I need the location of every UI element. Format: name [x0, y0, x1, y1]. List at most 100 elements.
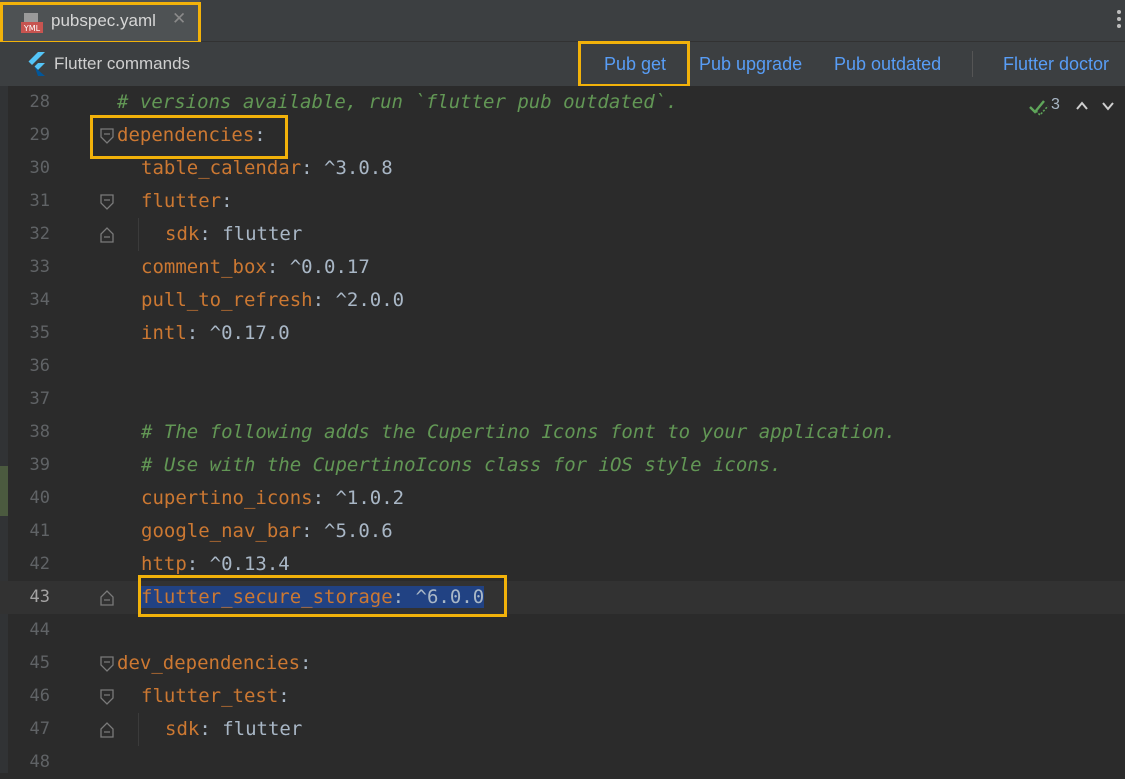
- code-token: dev_dependencies: [117, 652, 301, 674]
- code-line[interactable]: 35 intl: ^0.17.0: [0, 317, 1125, 350]
- svg-text:YML: YML: [23, 24, 41, 33]
- code-line[interactable]: 47 sdk: flutter: [0, 713, 1125, 746]
- code-token: dependencies: [117, 124, 255, 146]
- code-line[interactable]: 32 sdk: flutter: [0, 218, 1125, 251]
- fold-start-icon[interactable]: [100, 689, 114, 705]
- code-text: pull_to_refresh: ^2.0.0: [141, 289, 404, 311]
- fold-end-icon[interactable]: [100, 722, 114, 738]
- line-number: 31: [29, 191, 50, 211]
- code-line[interactable]: 39 # Use with the CupertinoIcons class fo…: [0, 449, 1125, 482]
- fold-start-icon[interactable]: [100, 194, 114, 210]
- code-line[interactable]: 45 dev_dependencies:: [0, 647, 1125, 680]
- tab-pubspec-yaml[interactable]: YML pubspec.yaml ✕: [0, 0, 200, 41]
- code-token: comment_box: [141, 256, 267, 278]
- code-line[interactable]: 42 http: ^0.13.4: [0, 548, 1125, 581]
- editor-tab-bar: YML pubspec.yaml ✕: [0, 0, 1125, 42]
- code-line[interactable]: 48: [0, 746, 1125, 779]
- pub-get-button[interactable]: Pub get: [604, 54, 666, 75]
- code-text: google_nav_bar: ^5.0.6: [141, 520, 393, 542]
- close-icon[interactable]: ✕: [172, 9, 186, 29]
- code-token: : ^3.0.8: [301, 157, 393, 179]
- line-number: 34: [29, 290, 50, 310]
- code-text: table_calendar: ^3.0.8: [141, 157, 393, 179]
- code-token: # versions available, run `flutter pub o…: [117, 91, 678, 113]
- code-token: : ^2.0.0: [312, 289, 405, 311]
- code-token: :: [254, 124, 266, 146]
- flutter-doctor-button[interactable]: Flutter doctor: [1003, 54, 1109, 75]
- code-token: sdk: [165, 223, 200, 245]
- line-number: 42: [29, 554, 50, 574]
- code-token: sdk: [165, 718, 200, 740]
- code-line[interactable]: 28 # versions available, run `flutter pub…: [0, 86, 1125, 119]
- line-number: 33: [29, 257, 50, 277]
- pub-upgrade-button[interactable]: Pub upgrade: [699, 54, 802, 75]
- line-number: 37: [29, 389, 50, 409]
- code-text: # versions available, run `flutter pub o…: [117, 91, 678, 113]
- code-line[interactable]: 44: [0, 614, 1125, 647]
- code-token: : ^1.0.2: [312, 487, 405, 509]
- inspection-widget[interactable]: 3: [1019, 96, 1119, 118]
- line-number: 32: [29, 224, 50, 244]
- code-text: intl: ^0.17.0: [141, 322, 290, 344]
- line-number: 39: [29, 455, 50, 475]
- code-line[interactable]: 31 flutter:: [0, 185, 1125, 218]
- code-token: http: [141, 553, 187, 575]
- code-line[interactable]: 37: [0, 383, 1125, 416]
- code-line[interactable]: 38 # The following adds the Cupertino Ico…: [0, 416, 1125, 449]
- code-token: flutter_secure_storage: [141, 586, 393, 608]
- code-line[interactable]: 43 flutter_secure_storage: ^6.0.0: [0, 581, 1125, 614]
- code-token: flutter: [141, 190, 222, 212]
- code-text: # Use with the CupertinoIcons class for …: [141, 454, 782, 476]
- toolbar-divider: [972, 51, 973, 77]
- code-line[interactable]: 36: [0, 350, 1125, 383]
- line-number: 40: [29, 488, 50, 508]
- line-number: 38: [29, 422, 50, 442]
- line-number: 43: [29, 587, 50, 607]
- code-token: table_calendar: [141, 157, 302, 179]
- code-token: pull_to_refresh: [141, 289, 313, 311]
- fold-start-icon[interactable]: [100, 128, 114, 144]
- code-token: : ^0.0.17: [266, 256, 370, 278]
- code-token: : flutter: [199, 223, 303, 245]
- code-token: : ^6.0.0: [392, 586, 485, 608]
- code-token: google_nav_bar: [141, 520, 302, 542]
- line-number: 41: [29, 521, 50, 541]
- code-token: : ^5.0.6: [301, 520, 393, 542]
- code-token: : flutter: [199, 718, 303, 740]
- line-number: 46: [29, 686, 50, 706]
- code-text: dev_dependencies:: [117, 652, 311, 674]
- code-token: intl: [141, 322, 187, 344]
- flutter-logo-icon: [28, 52, 45, 76]
- line-number: 44: [29, 620, 50, 640]
- code-line[interactable]: 46 flutter_test:: [0, 680, 1125, 713]
- code-line[interactable]: 34 pull_to_refresh: ^2.0.0: [0, 284, 1125, 317]
- yaml-file-icon: YML: [21, 13, 43, 33]
- code-line[interactable]: 41 google_nav_bar: ^5.0.6: [0, 515, 1125, 548]
- code-text: sdk: flutter: [165, 718, 302, 740]
- chevron-down-icon[interactable]: [1101, 99, 1115, 113]
- check-double-icon: [1029, 100, 1049, 116]
- more-icon[interactable]: [1117, 10, 1123, 32]
- code-text: cupertino_icons: ^1.0.2: [141, 487, 404, 509]
- tab-label: pubspec.yaml: [51, 11, 156, 30]
- fold-start-icon[interactable]: [100, 656, 114, 672]
- fold-end-icon[interactable]: [100, 227, 114, 243]
- code-text: flutter_test:: [141, 685, 290, 707]
- code-text: comment_box: ^0.0.17: [141, 256, 370, 278]
- line-number: 28: [29, 92, 50, 112]
- line-number: 30: [29, 158, 50, 178]
- chevron-up-icon[interactable]: [1075, 99, 1089, 113]
- code-line[interactable]: 30 table_calendar: ^3.0.8: [0, 152, 1125, 185]
- code-line[interactable]: 33 comment_box: ^0.0.17: [0, 251, 1125, 284]
- fold-end-icon[interactable]: [100, 590, 114, 606]
- code-token: cupertino_icons: [141, 487, 313, 509]
- line-number: 48: [29, 752, 50, 772]
- code-line[interactable]: 29 dependencies:: [0, 119, 1125, 152]
- pub-outdated-button[interactable]: Pub outdated: [834, 54, 941, 75]
- code-token: : ^0.17.0: [186, 322, 290, 344]
- code-line[interactable]: 40 cupertino_icons: ^1.0.2: [0, 482, 1125, 515]
- code-token: :: [221, 190, 233, 212]
- code-token: : ^0.13.4: [186, 553, 290, 575]
- code-token: # Use with the CupertinoIcons class for …: [141, 454, 782, 476]
- code-text: http: ^0.13.4: [141, 553, 290, 575]
